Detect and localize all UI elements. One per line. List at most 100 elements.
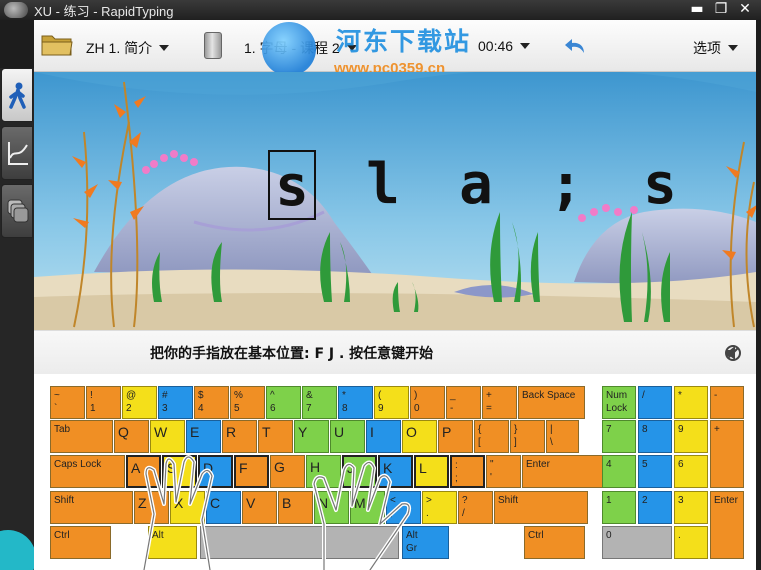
key[interactable]: O [402,420,437,453]
key[interactable]: B [278,491,313,524]
key[interactable]: 4 [602,455,636,488]
key[interactable]: Ctrl [50,526,111,559]
key[interactable]: 6 [674,455,708,488]
key[interactable]: ( 9 [374,386,409,419]
key[interactable]: Num Lock [602,386,636,419]
target-letter: l [366,152,400,217]
key[interactable]: Z [134,491,169,524]
key[interactable]: @ 2 [122,386,157,419]
key[interactable]: R [222,420,257,453]
tab-lesson[interactable] [1,68,33,122]
key[interactable]: P [438,420,473,453]
key[interactable]: Ctrl [524,526,585,559]
key[interactable]: ~ ` [50,386,85,419]
key[interactable]: 2 [638,491,672,524]
key[interactable]: : ; [450,455,485,488]
key[interactable]: Shift [494,491,588,524]
chevron-down-icon [346,45,357,51]
target-letter: ; [549,152,583,217]
key[interactable]: F [234,455,269,488]
key[interactable]: V [242,491,277,524]
key[interactable] [200,526,399,559]
key[interactable]: 8 [638,420,672,453]
key[interactable]: G [270,455,305,488]
key[interactable]: T [258,420,293,453]
key[interactable]: - [710,386,744,419]
key[interactable]: } ] [510,420,545,453]
key[interactable]: Tab [50,420,113,453]
key[interactable]: ^ 6 [266,386,301,419]
tab-lessons-list[interactable] [1,184,33,238]
sound-muted-icon[interactable] [724,344,742,362]
key[interactable]: ! 1 [86,386,121,419]
key[interactable]: K [378,455,413,488]
restart-arrow-icon[interactable] [564,37,586,55]
key[interactable]: X [170,491,205,524]
key[interactable]: ) 0 [410,386,445,419]
key[interactable]: I [366,420,401,453]
minimize-button[interactable]: ▬ [686,0,708,18]
key[interactable]: L [414,455,449,488]
course-dropdown[interactable]: ZH 1. 简介 [86,38,170,58]
target-letter: a [459,152,493,217]
key[interactable]: < , [386,491,421,524]
app-logo-icon [4,2,28,18]
options-dropdown[interactable]: 选项 [693,38,738,58]
stack-icon [7,199,29,223]
key[interactable]: Enter [710,491,744,559]
key[interactable]: * [674,386,708,419]
close-button[interactable]: ✕ [734,0,756,18]
instruction-bar: 把你的手指放在基本位置: F J . 按任意键开始 [34,330,756,374]
key[interactable]: & 7 [302,386,337,419]
key[interactable]: . [674,526,708,559]
key[interactable]: Back Space [518,386,585,419]
key[interactable]: | \ [546,420,579,453]
lesson-label: 1. 字母 - 课程 2 [244,40,340,56]
tab-statistics[interactable] [1,126,33,180]
key[interactable]: $ 4 [194,386,229,419]
key[interactable]: % 5 [230,386,265,419]
key[interactable]: Caps Lock [50,455,125,488]
key[interactable]: 5 [638,455,672,488]
lesson-dropdown[interactable]: 1. 字母 - 课程 2 [244,38,357,58]
virtual-keyboard: ~ `! 1 @ 2 # 3 $ 4% 5 ^ 6 & 7 * 8( 9) 0 _ - + = B… [34,374,756,570]
key[interactable]: M [350,491,385,524]
key[interactable]: / [638,386,672,419]
key[interactable]: " ' [486,455,521,488]
key[interactable]: C [206,491,241,524]
key[interactable]: 3 [674,491,708,524]
toolbar: ZH 1. 简介 1. 字母 - 课程 2 00:46 选项 [34,20,756,72]
key[interactable]: 1 [602,491,636,524]
key[interactable]: 0 [602,526,672,559]
key[interactable]: 7 [602,420,636,453]
key[interactable]: * 8 [338,386,373,419]
key[interactable]: + [710,420,744,488]
key[interactable]: + = [482,386,517,419]
key[interactable]: S [162,455,197,488]
key[interactable]: E [186,420,221,453]
chevron-down-icon [728,45,738,51]
key[interactable]: Y [294,420,329,453]
key[interactable]: # 3 [158,386,193,419]
key[interactable]: H [306,455,341,488]
key[interactable]: N [314,491,349,524]
key[interactable]: J [342,455,377,488]
folder-icon[interactable] [41,32,73,56]
key[interactable]: U [330,420,365,453]
key[interactable]: Q [114,420,149,453]
target-letters: s l a; s [268,150,756,220]
maximize-button[interactable]: ❐ [710,0,732,18]
key[interactable]: Alt Gr [402,526,449,559]
key[interactable]: ? / [458,491,493,524]
key[interactable]: > . [422,491,457,524]
timer-dropdown[interactable]: 00:46 [478,38,531,54]
key[interactable]: Shift [50,491,133,524]
key[interactable]: { [ [474,420,509,453]
key[interactable]: Enter [522,455,603,488]
key[interactable]: Alt [148,526,197,559]
key[interactable]: W [150,420,185,453]
key[interactable]: A [126,455,161,488]
key[interactable]: D [198,455,233,488]
key[interactable]: _ - [446,386,481,419]
key[interactable]: 9 [674,420,708,453]
